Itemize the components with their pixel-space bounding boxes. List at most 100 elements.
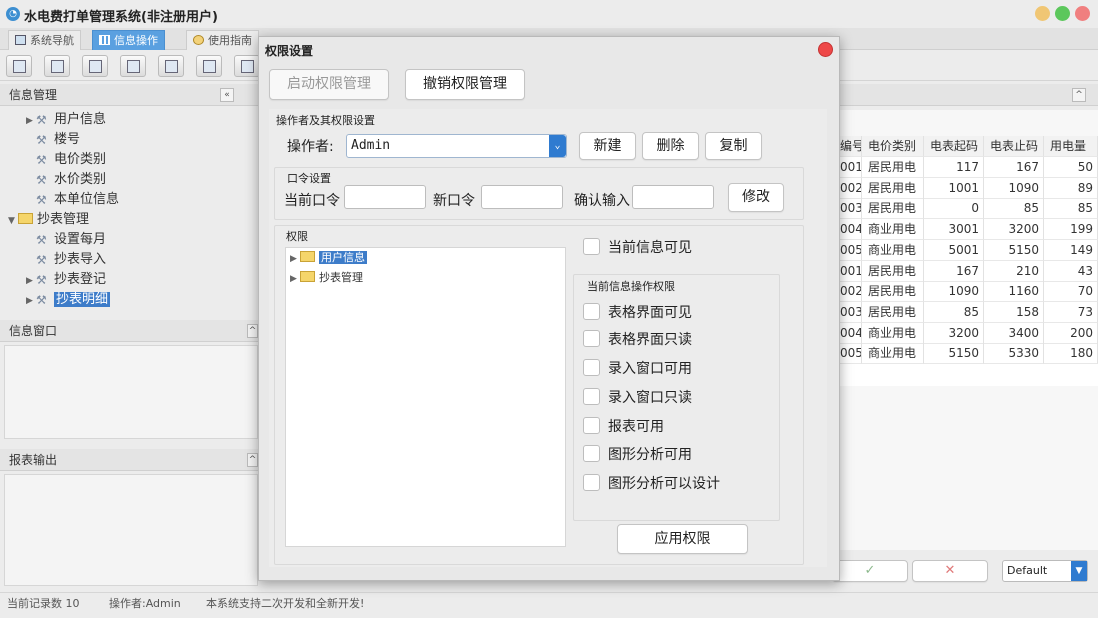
grid-cell-usage[interactable]: 199: [1044, 219, 1098, 241]
grid-cell-usage[interactable]: 180: [1044, 343, 1098, 365]
expand-arrow-icon[interactable]: ▶: [290, 249, 300, 269]
confirm-button[interactable]: ✓: [832, 560, 908, 582]
toolbar-settings-button[interactable]: [234, 55, 260, 77]
grid-cell-meter-start[interactable]: 0: [924, 198, 984, 220]
expand-arrow-icon[interactable]: ▶: [26, 271, 36, 291]
checkbox-box[interactable]: [583, 388, 600, 405]
grid-cell-meter-start[interactable]: 167: [924, 260, 984, 282]
grid-cell-price-type[interactable]: 居民用电: [862, 301, 924, 323]
grid-cell-price-type[interactable]: 商业用电: [862, 322, 924, 344]
grid-cell-id[interactable]: 004: [840, 219, 862, 241]
grid-cell-meter-end[interactable]: 210: [984, 260, 1044, 282]
grid-cell-id[interactable]: 004: [840, 322, 862, 344]
tab-system-navigation[interactable]: 系统导航: [8, 30, 81, 50]
expand-arrow-icon[interactable]: ▶: [26, 291, 36, 311]
grid-cell-id[interactable]: 005: [840, 343, 862, 365]
toolbar-export-button[interactable]: [196, 55, 222, 77]
grid-cell-meter-end[interactable]: 167: [984, 157, 1044, 178]
tree-item-unit-info[interactable]: ⚒ 本单位信息: [36, 190, 119, 210]
grid-cell-price-type[interactable]: 商业用电: [862, 239, 924, 261]
expand-arrow-icon[interactable]: ▶: [26, 111, 36, 131]
info-window-collapse-button[interactable]: ^: [247, 324, 258, 338]
modify-password-button[interactable]: 修改: [728, 183, 784, 212]
permission-tree-item-user-info[interactable]: ▶ 用户信息: [290, 248, 367, 268]
grid-cell-id[interactable]: 003: [840, 198, 862, 220]
main-panel-collapse-button[interactable]: ^: [1072, 88, 1086, 102]
tree-item-electric-price[interactable]: ⚒ 电价类别: [36, 150, 106, 170]
checkbox-box[interactable]: [583, 474, 600, 491]
grid-cell-meter-start[interactable]: 1090: [924, 281, 984, 303]
grid-cell-id[interactable]: 002: [840, 177, 862, 199]
operator-select[interactable]: Admin ⌄: [346, 134, 567, 158]
grid-cell-id[interactable]: 002: [840, 281, 862, 303]
enable-permission-button[interactable]: 启动权限管理: [269, 69, 389, 100]
checkbox-table-visible[interactable]: 表格界面可见: [583, 303, 692, 323]
info-visible-checkbox[interactable]: 当前信息可见: [583, 238, 692, 258]
grid-cell-meter-end[interactable]: 1090: [984, 177, 1044, 199]
toolbar-preview-button[interactable]: [158, 55, 184, 77]
grid-cell-usage[interactable]: 73: [1044, 301, 1098, 323]
grid-cell-meter-end[interactable]: 85: [984, 198, 1044, 220]
grid-cell-meter-end[interactable]: 158: [984, 301, 1044, 323]
apply-permission-button[interactable]: 应用权限: [617, 524, 748, 554]
checkbox-box[interactable]: [583, 445, 600, 462]
new-operator-button[interactable]: 新建: [579, 132, 636, 160]
permission-tree-item-meter-management[interactable]: ▶ 抄表管理: [290, 268, 363, 288]
grid-cell-meter-end[interactable]: 1160: [984, 281, 1044, 303]
checkbox-box[interactable]: [583, 417, 600, 434]
grid-cell-price-type[interactable]: 居民用电: [862, 177, 924, 199]
grid-cell-price-type[interactable]: 居民用电: [862, 157, 924, 178]
checkbox-entry-readonly[interactable]: 录入窗口只读: [583, 388, 692, 408]
checkbox-table-readonly[interactable]: 表格界面只读: [583, 330, 692, 350]
delete-operator-button[interactable]: 删除: [642, 132, 699, 160]
minimize-button[interactable]: [1035, 6, 1050, 21]
checkbox-box[interactable]: [583, 330, 600, 347]
grid-cell-id[interactable]: 001: [840, 157, 862, 178]
sidebar-collapse-button[interactable]: «: [220, 88, 234, 102]
grid-header-meter-end[interactable]: 电表止码: [984, 136, 1044, 157]
style-select[interactable]: Default ▼: [1002, 560, 1088, 582]
expand-arrow-icon[interactable]: ▶: [290, 269, 300, 289]
tree-item-monthly-setup[interactable]: ⚒ 设置每月: [36, 230, 106, 250]
checkbox-entry-enabled[interactable]: 录入窗口可用: [583, 359, 692, 379]
grid-cell-meter-end[interactable]: 5330: [984, 343, 1044, 365]
grid-cell-meter-end[interactable]: 5150: [984, 239, 1044, 261]
checkbox-box[interactable]: [583, 238, 600, 255]
grid-cell-id[interactable]: 001: [840, 260, 862, 282]
grid-cell-usage[interactable]: 89: [1044, 177, 1098, 199]
cancel-button[interactable]: ✕: [912, 560, 988, 582]
checkbox-box[interactable]: [583, 303, 600, 320]
grid-cell-usage[interactable]: 200: [1044, 322, 1098, 344]
current-password-input[interactable]: [344, 185, 426, 209]
copy-operator-button[interactable]: 复制: [705, 132, 762, 160]
grid-cell-price-type[interactable]: 居民用电: [862, 281, 924, 303]
grid-cell-meter-end[interactable]: 3200: [984, 219, 1044, 241]
maximize-button[interactable]: [1055, 6, 1070, 21]
grid-header-id[interactable]: 编号: [840, 136, 862, 157]
toolbar-search-button[interactable]: [6, 55, 32, 77]
grid-cell-usage[interactable]: 70: [1044, 281, 1098, 303]
grid-cell-meter-start[interactable]: 3200: [924, 322, 984, 344]
grid-cell-usage[interactable]: 43: [1044, 260, 1098, 282]
checkbox-box[interactable]: [583, 359, 600, 376]
new-password-input[interactable]: [481, 185, 563, 209]
grid-cell-price-type[interactable]: 居民用电: [862, 260, 924, 282]
grid-cell-usage[interactable]: 85: [1044, 198, 1098, 220]
grid-cell-id[interactable]: 005: [840, 239, 862, 261]
revoke-permission-button[interactable]: 撤销权限管理: [405, 69, 525, 100]
dialog-close-button[interactable]: [818, 42, 833, 57]
tab-user-guide[interactable]: 使用指南: [186, 30, 259, 50]
chevron-down-icon[interactable]: ⌄: [549, 135, 566, 157]
toolbar-list-button[interactable]: [44, 55, 70, 77]
checkbox-chart-enabled[interactable]: 图形分析可用: [583, 445, 692, 465]
grid-cell-usage[interactable]: 149: [1044, 239, 1098, 261]
report-output-collapse-button[interactable]: ^: [247, 453, 258, 467]
grid-header-usage[interactable]: 用电量: [1044, 136, 1098, 157]
grid-cell-meter-start[interactable]: 1001: [924, 177, 984, 199]
grid-cell-meter-start[interactable]: 5150: [924, 343, 984, 365]
toolbar-document-button[interactable]: [82, 55, 108, 77]
tree-item-user-info[interactable]: ▶ ⚒ 用户信息: [26, 110, 106, 130]
confirm-password-input[interactable]: [632, 185, 714, 209]
grid-cell-meter-start[interactable]: 85: [924, 301, 984, 323]
checkbox-report-enabled[interactable]: 报表可用: [583, 417, 664, 437]
